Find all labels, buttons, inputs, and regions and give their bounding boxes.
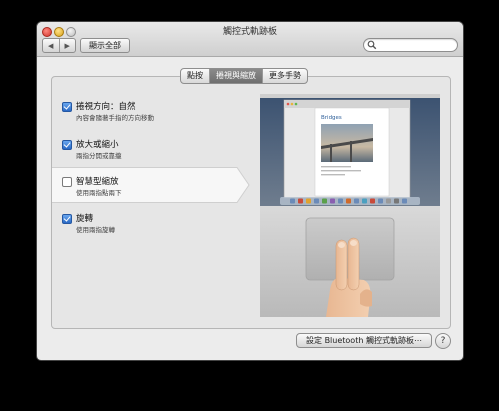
window-title: 觸控式軌跡板: [222, 27, 277, 37]
back-forward-control: ◀ ▶: [42, 38, 76, 53]
search-field[interactable]: [363, 38, 458, 52]
setup-bluetooth-trackpad-button[interactable]: 設定 Bluetooth 觸控式軌跡板⋯: [296, 333, 432, 348]
option-subtitle: 使用兩指旋轉: [76, 226, 115, 234]
title-bar: 觸控式軌跡板 ◀ ▶ 顯示全部: [37, 22, 463, 57]
option-title: 放大或縮小: [76, 140, 119, 150]
rotate-checkbox[interactable]: [62, 214, 72, 224]
scroll-direction-checkbox[interactable]: [62, 102, 72, 112]
tab-click[interactable]: 點按: [181, 69, 210, 83]
back-arrow-icon[interactable]: ◀: [43, 39, 60, 52]
forward-arrow-icon[interactable]: ▶: [60, 39, 76, 52]
search-icon: [367, 40, 377, 50]
option-subtitle: 使用兩指點兩下: [76, 189, 122, 197]
tab-scroll-zoom[interactable]: 捲視與縮放: [210, 69, 263, 83]
option-title: 旋轉: [76, 214, 94, 224]
help-button[interactable]: ?: [435, 333, 451, 349]
preferences-window: 觸控式軌跡板 ◀ ▶ 顯示全部 點按 捲視與縮放 更多手勢 捲視方向：自然 內容…: [37, 22, 463, 360]
gesture-illustration: Bridges: [260, 94, 440, 317]
zoom-in-out-checkbox[interactable]: [62, 140, 72, 150]
tab-bar: 點按 捲視與縮放 更多手勢: [180, 68, 308, 84]
preview-document-title: Bridges: [321, 115, 342, 121]
smart-zoom-checkbox[interactable]: [62, 177, 72, 187]
show-all-button[interactable]: 顯示全部: [80, 38, 130, 53]
option-title: 智慧型縮放: [76, 177, 119, 187]
option-title: 捲視方向：自然: [76, 102, 136, 112]
search-input[interactable]: [378, 39, 452, 51]
gesture-preview: Bridges: [260, 94, 440, 317]
option-subtitle: 兩指分開或靠攏: [76, 152, 122, 160]
option-subtitle: 內容會隨著手指的方向移動: [76, 114, 154, 122]
tab-more-gestures[interactable]: 更多手勢: [263, 69, 307, 83]
